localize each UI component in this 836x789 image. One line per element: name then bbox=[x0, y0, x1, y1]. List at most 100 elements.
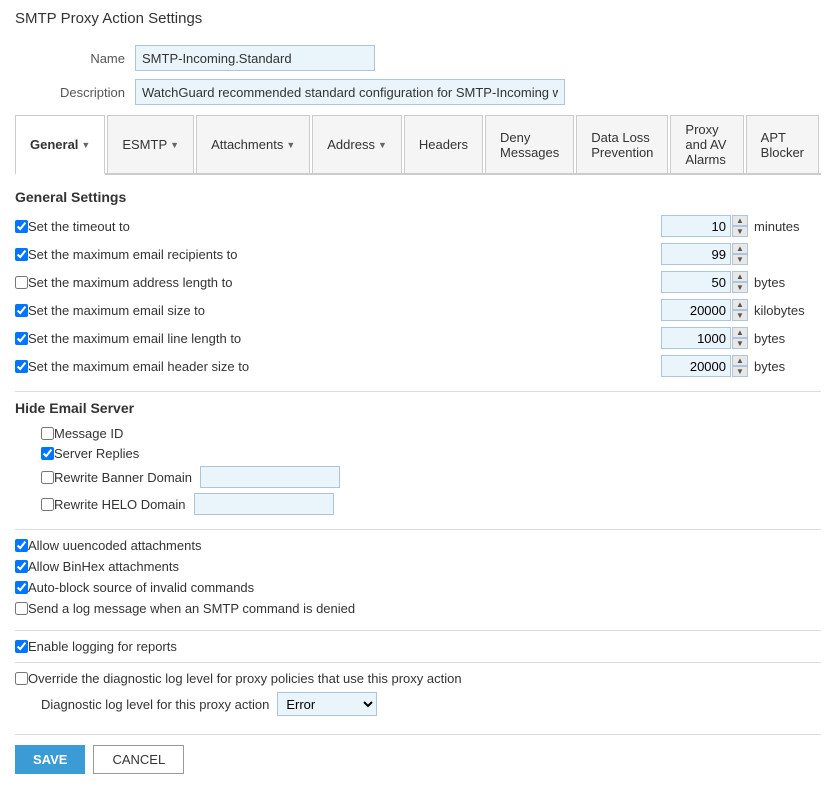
tabs-container: General▼ESMTP▼Attachments▼Address▼Header… bbox=[15, 115, 821, 175]
checkbox-auto-block[interactable] bbox=[15, 581, 28, 594]
hide-email-server-section: Hide Email Server Message ID Server Repli… bbox=[15, 400, 821, 515]
diagnostic-section: Override the diagnostic log level for pr… bbox=[15, 671, 821, 716]
hes-row-message-id: Message ID bbox=[41, 426, 821, 441]
checkbox-max-line-length[interactable] bbox=[15, 332, 28, 345]
spinner-group-timeout: ▲▼ minutes bbox=[661, 215, 821, 237]
spinner-down-max-line-length[interactable]: ▼ bbox=[732, 338, 748, 349]
checkbox-timeout[interactable] bbox=[15, 220, 28, 233]
spinner-unit-max-header-size: bytes bbox=[754, 359, 809, 374]
label-max-addr-length: Set the maximum address length to bbox=[28, 275, 233, 290]
spinner-up-max-line-length[interactable]: ▲ bbox=[732, 327, 748, 338]
spinner-up-max-addr-length[interactable]: ▲ bbox=[732, 271, 748, 282]
spinner-down-max-email-size[interactable]: ▼ bbox=[732, 310, 748, 321]
checkbox-diag-override[interactable] bbox=[15, 672, 28, 685]
label-timeout: Set the timeout to bbox=[28, 219, 130, 234]
tab-arrow-general: ▼ bbox=[81, 140, 90, 150]
spinner-input-max-email-size[interactable] bbox=[661, 299, 731, 321]
tab-arrow-esmtp: ▼ bbox=[170, 140, 179, 150]
tab-data-loss[interactable]: Data Loss Prevention bbox=[576, 115, 668, 173]
checkbox-uuencoded[interactable] bbox=[15, 539, 28, 552]
input-rewrite-banner[interactable] bbox=[200, 466, 340, 488]
diag-log-level-label: Diagnostic log level for this proxy acti… bbox=[41, 697, 269, 712]
checkbox-binhex[interactable] bbox=[15, 560, 28, 573]
label-auto-block: Auto-block source of invalid commands bbox=[28, 580, 254, 595]
name-input[interactable] bbox=[135, 45, 375, 71]
spinner-unit-max-addr-length: bytes bbox=[754, 275, 809, 290]
spinner-up-max-header-size[interactable]: ▲ bbox=[732, 355, 748, 366]
diag-log-level-select[interactable]: ErrorWarningInformationDebug bbox=[277, 692, 377, 716]
hide-email-server-title: Hide Email Server bbox=[15, 400, 821, 416]
spinner-group-max-recipients: ▲▼ bbox=[661, 243, 821, 265]
checkbox-max-recipients[interactable] bbox=[15, 248, 28, 261]
extra-checkboxes-section: Allow uuencoded attachments Allow BinHex … bbox=[15, 538, 821, 616]
input-rewrite-helo[interactable] bbox=[194, 493, 334, 515]
label-server-replies: Server Replies bbox=[54, 446, 139, 461]
label-enable-logging: Enable logging for reports bbox=[28, 639, 177, 654]
desc-row: Description bbox=[15, 79, 821, 105]
label-uuencoded: Allow uuencoded attachments bbox=[28, 538, 201, 553]
spinner-input-max-recipients[interactable] bbox=[661, 243, 731, 265]
diag-log-level-row: Diagnostic log level for this proxy acti… bbox=[41, 692, 821, 716]
spinner-unit-max-email-size: kilobytes bbox=[754, 303, 809, 318]
checkbox-message-id[interactable] bbox=[41, 427, 54, 440]
spinner-input-max-header-size[interactable] bbox=[661, 355, 731, 377]
page-title: SMTP Proxy Action Settings bbox=[15, 10, 821, 33]
desc-label: Description bbox=[15, 85, 135, 100]
checkbox-max-header-size[interactable] bbox=[15, 360, 28, 373]
spinner-up-max-recipients[interactable]: ▲ bbox=[732, 243, 748, 254]
checkbox-enable-logging[interactable] bbox=[15, 640, 28, 653]
save-button[interactable]: SAVE bbox=[15, 745, 85, 774]
gs-row-max-recipients: Set the maximum email recipients to▲▼ bbox=[15, 243, 821, 265]
checkbox-max-addr-length[interactable] bbox=[15, 276, 28, 289]
checkbox-row-log-denied: Send a log message when an SMTP command … bbox=[15, 601, 821, 616]
bottom-bar: SAVE CANCEL bbox=[15, 734, 821, 774]
label-log-denied: Send a log message when an SMTP command … bbox=[28, 601, 355, 616]
spinner-input-max-addr-length[interactable] bbox=[661, 271, 731, 293]
checkbox-max-email-size[interactable] bbox=[15, 304, 28, 317]
gs-row-max-email-size: Set the maximum email size to ▲▼ kilobytes bbox=[15, 299, 821, 321]
label-binhex: Allow BinHex attachments bbox=[28, 559, 179, 574]
tab-attachments[interactable]: Attachments▼ bbox=[196, 115, 310, 173]
spinner-input-max-line-length[interactable] bbox=[661, 327, 731, 349]
tab-headers[interactable]: Headers bbox=[404, 115, 483, 173]
checkbox-rewrite-helo[interactable] bbox=[41, 498, 54, 511]
desc-input[interactable] bbox=[135, 79, 565, 105]
checkbox-server-replies[interactable] bbox=[41, 447, 54, 460]
spinner-group-max-addr-length: ▲▼ bytes bbox=[661, 271, 821, 293]
cancel-button[interactable]: CANCEL bbox=[93, 745, 184, 774]
spinner-group-max-email-size: ▲▼ kilobytes bbox=[661, 299, 821, 321]
tab-general[interactable]: General▼ bbox=[15, 115, 105, 175]
tab-apt[interactable]: APT Blocker bbox=[746, 115, 819, 173]
spinner-up-timeout[interactable]: ▲ bbox=[732, 215, 748, 226]
gs-row-max-addr-length: Set the maximum address length to ▲▼ bytes bbox=[15, 271, 821, 293]
tab-deny-messages[interactable]: Deny Messages bbox=[485, 115, 574, 173]
name-row: Name bbox=[15, 45, 821, 71]
tab-arrow-address: ▼ bbox=[378, 140, 387, 150]
spinner-down-timeout[interactable]: ▼ bbox=[732, 226, 748, 237]
hes-row-server-replies: Server Replies bbox=[41, 446, 821, 461]
checkbox-row-uuencoded: Allow uuencoded attachments bbox=[15, 538, 821, 553]
spinner-down-max-recipients[interactable]: ▼ bbox=[732, 254, 748, 265]
spinner-input-timeout[interactable] bbox=[661, 215, 731, 237]
general-settings-title: General Settings bbox=[15, 189, 821, 205]
spinner-up-max-email-size[interactable]: ▲ bbox=[732, 299, 748, 310]
label-max-email-size: Set the maximum email size to bbox=[28, 303, 205, 318]
label-max-header-size: Set the maximum email header size to bbox=[28, 359, 249, 374]
tab-esmtp[interactable]: ESMTP▼ bbox=[107, 115, 194, 173]
general-settings-section: General Settings Set the timeout to▲▼min… bbox=[15, 189, 821, 377]
checkbox-row-auto-block: Auto-block source of invalid commands bbox=[15, 580, 821, 595]
logging-row: Enable logging for reports bbox=[15, 639, 821, 654]
gs-row-max-header-size: Set the maximum email header size to ▲▼ by… bbox=[15, 355, 821, 377]
spinner-group-max-line-length: ▲▼ bytes bbox=[661, 327, 821, 349]
checkbox-rewrite-banner[interactable] bbox=[41, 471, 54, 484]
label-diag-override: Override the diagnostic log level for pr… bbox=[28, 671, 462, 686]
spinner-unit-max-line-length: bytes bbox=[754, 331, 809, 346]
spinner-unit-timeout: minutes bbox=[754, 219, 809, 234]
spinner-down-max-addr-length[interactable]: ▼ bbox=[732, 282, 748, 293]
checkbox-log-denied[interactable] bbox=[15, 602, 28, 615]
spinner-down-max-header-size[interactable]: ▼ bbox=[732, 366, 748, 377]
tab-proxy-av[interactable]: Proxy and AV Alarms bbox=[670, 115, 743, 173]
tab-address[interactable]: Address▼ bbox=[312, 115, 402, 173]
tab-arrow-attachments: ▼ bbox=[286, 140, 295, 150]
label-message-id: Message ID bbox=[54, 426, 123, 441]
